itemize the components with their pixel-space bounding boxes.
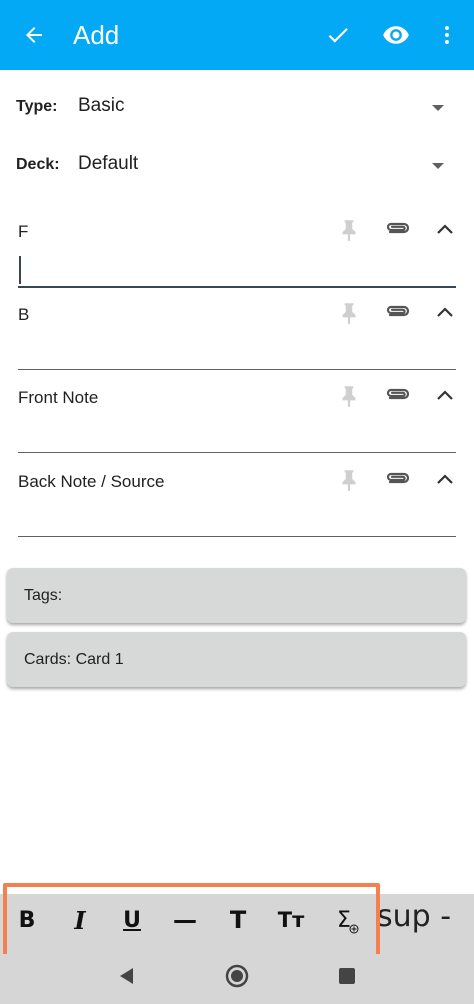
pin-icon[interactable] bbox=[336, 299, 362, 327]
pin-icon[interactable] bbox=[336, 466, 362, 494]
note-type-selector[interactable]: Type: Basic bbox=[0, 88, 474, 128]
field-label: B bbox=[18, 305, 30, 324]
attachment-icon[interactable] bbox=[384, 384, 412, 408]
tags-button[interactable]: Tags: bbox=[7, 568, 466, 623]
deck-selector[interactable]: Deck: Default bbox=[0, 146, 474, 186]
chevron-up-icon[interactable] bbox=[434, 219, 456, 241]
chevron-up-icon[interactable] bbox=[434, 385, 456, 407]
attachment-icon[interactable] bbox=[384, 301, 412, 325]
pin-icon[interactable] bbox=[336, 216, 362, 244]
attachment-icon[interactable] bbox=[384, 468, 412, 492]
nav-recents-button[interactable] bbox=[333, 962, 361, 990]
field-f: F bbox=[0, 210, 474, 294]
type-label: Type: bbox=[16, 98, 58, 115]
dropdown-arrow-icon[interactable] bbox=[430, 158, 446, 174]
field-input-f[interactable] bbox=[18, 286, 456, 288]
preview-button[interactable] bbox=[380, 19, 412, 51]
dropdown-arrow-icon[interactable] bbox=[430, 100, 446, 116]
chevron-up-icon[interactable] bbox=[434, 469, 456, 491]
more-options-button[interactable] bbox=[431, 19, 463, 51]
checkmark-icon bbox=[328, 28, 348, 43]
toolbar-highlight-box bbox=[3, 883, 380, 965]
field-front-note: Front Note bbox=[0, 376, 474, 460]
app-bar: Add bbox=[0, 0, 474, 70]
field-back-note-source: Back Note / Source bbox=[0, 460, 474, 544]
nav-home-button[interactable] bbox=[223, 962, 251, 990]
cards-label: Cards: Card 1 bbox=[24, 651, 124, 668]
field-input-back-note-source[interactable] bbox=[18, 536, 456, 537]
more-vert-icon bbox=[445, 26, 449, 44]
field-input-b[interactable] bbox=[18, 369, 456, 370]
nav-back-button[interactable] bbox=[112, 962, 140, 990]
text-cursor bbox=[19, 256, 21, 284]
field-label: Back Note / Source bbox=[18, 472, 165, 491]
cards-button[interactable]: Cards: Card 1 bbox=[7, 632, 466, 687]
field-b: B bbox=[0, 293, 474, 377]
toolbar-overflow-text[interactable]: sup - bbox=[377, 899, 451, 934]
eye-icon bbox=[383, 26, 409, 44]
deck-value[interactable]: Default bbox=[78, 153, 138, 175]
pin-icon[interactable] bbox=[336, 382, 362, 410]
field-label: Front Note bbox=[18, 388, 99, 407]
field-input-front-note[interactable] bbox=[18, 452, 456, 453]
attachment-icon[interactable] bbox=[384, 218, 412, 242]
nav-home-icon bbox=[225, 964, 249, 988]
page-title: Add bbox=[73, 20, 120, 50]
tags-label: Tags: bbox=[24, 587, 63, 604]
type-value[interactable]: Basic bbox=[78, 95, 124, 117]
back-arrow-icon bbox=[26, 27, 42, 43]
back-button[interactable] bbox=[18, 19, 50, 51]
chevron-up-icon[interactable] bbox=[434, 302, 456, 324]
deck-label: Deck: bbox=[16, 156, 60, 173]
field-label: F bbox=[18, 222, 29, 241]
nav-recents-icon bbox=[339, 968, 355, 984]
nav-back-icon bbox=[120, 968, 133, 984]
save-button[interactable] bbox=[322, 19, 354, 51]
